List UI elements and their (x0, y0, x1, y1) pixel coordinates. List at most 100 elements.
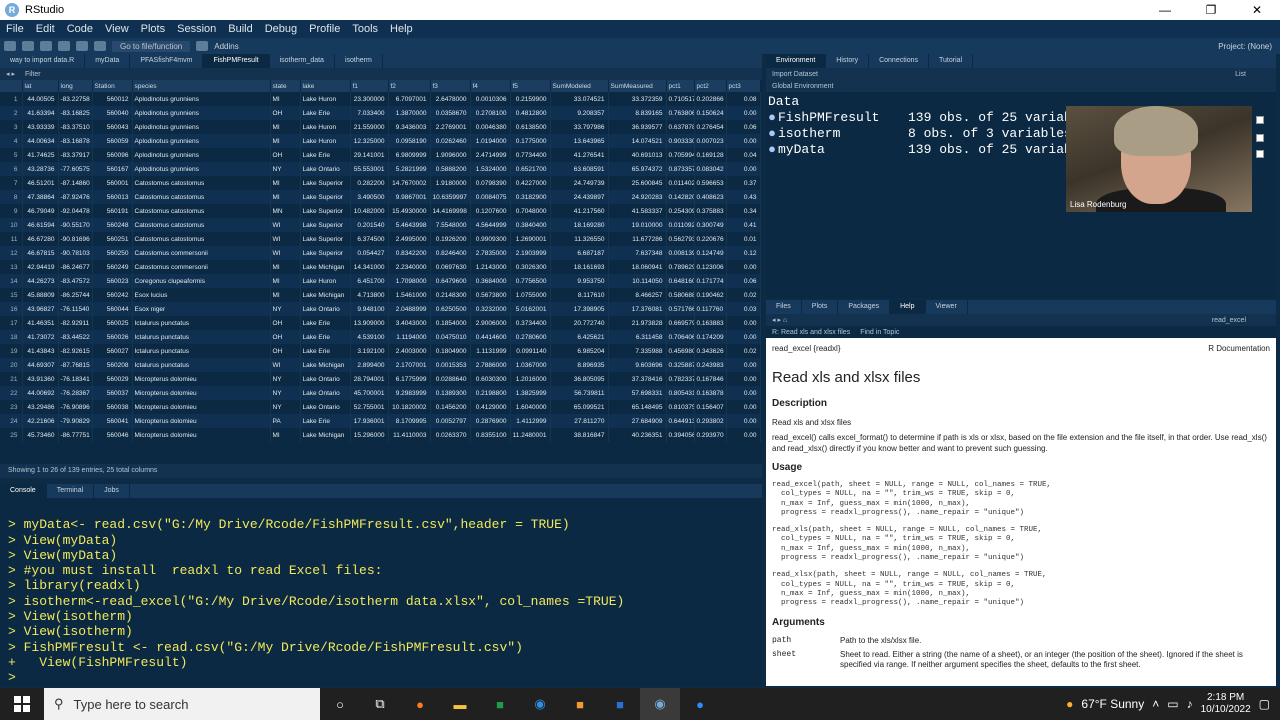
table-row[interactable]: 22 44.00692 -76.28367 560037 Micropterus dol… (0, 386, 761, 400)
tab-isotherm[interactable]: isotherm (335, 54, 383, 68)
table-row[interactable]: 18 41.73072 -83.44522 560026 Ictalurus punct… (0, 330, 761, 344)
table-row[interactable]: 15 45.88809 -86.25744 560242 Esox lucius MI La… (0, 288, 761, 302)
table-row[interactable]: 8 47.38864 -87.92476 560013 Catostomus catos… (0, 190, 761, 204)
table-row[interactable]: 24 42.21606 -79.90829 560041 Micropterus dol… (0, 414, 761, 428)
column-header[interactable]: pct1 (666, 80, 695, 92)
windows-start-icon[interactable] (0, 688, 44, 720)
view-table-icon[interactable] (1256, 134, 1264, 142)
task-view-icon[interactable]: ⧉ (360, 688, 400, 720)
word-icon[interactable]: ■ (600, 688, 640, 720)
help-topic-select[interactable]: R: Read xls and xlsx files (772, 329, 850, 336)
view-table-icon[interactable] (1256, 116, 1264, 124)
tab-environment[interactable]: Environment (766, 54, 827, 68)
menu-code[interactable]: Code (61, 23, 99, 35)
tab-files[interactable]: Files (766, 300, 802, 314)
goto-file-input[interactable]: Go to file/function (112, 40, 191, 52)
column-header[interactable]: state (270, 80, 301, 92)
global-environment-select[interactable]: Global Environment (772, 83, 833, 90)
column-header[interactable]: f3 (430, 80, 471, 92)
tab-fishpmfresult[interactable]: FishPMFresult (203, 54, 270, 68)
table-row[interactable]: 20 44.69307 -87.76815 560208 Ictalurus punct… (0, 358, 761, 372)
column-header[interactable]: Station (92, 80, 133, 92)
maximize-button[interactable]: ❐ (1188, 0, 1234, 20)
volume-icon[interactable]: ♪ (1187, 697, 1193, 711)
weather-icon[interactable]: ● (1066, 697, 1073, 711)
tray-chevron-icon[interactable]: ˄ (1152, 697, 1159, 711)
menu-view[interactable]: View (99, 23, 135, 35)
table-row[interactable]: 4 44.00634 -83.16878 560059 Aplodinotus grun… (0, 134, 761, 148)
firefox-icon[interactable]: ● (400, 688, 440, 720)
tab-pfasfish[interactable]: PFASfishF4mvm (130, 54, 204, 68)
column-header[interactable]: species (132, 80, 271, 92)
rstudio-taskbar-icon[interactable]: ◉ (640, 688, 680, 720)
minimize-button[interactable]: — (1142, 0, 1188, 20)
menu-profile[interactable]: Profile (303, 23, 346, 35)
table-row[interactable]: 25 45.73460 -86.77751 560046 Micropterus dol… (0, 428, 761, 442)
menu-edit[interactable]: Edit (30, 23, 61, 35)
table-row[interactable]: 21 43.91360 -76.18341 560029 Micropterus dol… (0, 372, 761, 386)
file-explorer-icon[interactable]: ▬ (440, 688, 480, 720)
column-header[interactable]: pct2 (694, 80, 727, 92)
excel-icon[interactable]: ■ (480, 688, 520, 720)
menu-tools[interactable]: Tools (346, 23, 384, 35)
tab-isotherm-data[interactable]: isotherm_data (270, 54, 335, 68)
menu-file[interactable]: File (0, 23, 30, 35)
cortana-icon[interactable]: ○ (320, 688, 360, 720)
zoom-icon[interactable]: ● (680, 688, 720, 720)
expand-icon[interactable]: ● (766, 110, 778, 125)
column-header[interactable]: long (58, 80, 93, 92)
powerpoint-icon[interactable]: ■ (560, 688, 600, 720)
expand-icon[interactable]: ● (766, 126, 778, 141)
new-project-icon[interactable] (22, 41, 34, 51)
table-row[interactable]: 3 43.93339 -83.37510 560043 Aplodinotus grun… (0, 120, 761, 134)
save-all-icon[interactable] (76, 41, 88, 51)
clock[interactable]: 2:18 PM 10/10/2022 (1201, 692, 1251, 716)
tab-plots[interactable]: Plots (802, 300, 839, 314)
tab-tutorial[interactable]: Tutorial (929, 54, 974, 68)
tab-packages[interactable]: Packages (838, 300, 891, 314)
tab-history[interactable]: History (826, 54, 870, 68)
tab-mydata[interactable]: myData (85, 54, 131, 68)
view-table-icon[interactable] (1256, 150, 1264, 158)
table-row[interactable]: 16 43.96827 -76.11540 560044 Esox niger NY Lak… (0, 302, 761, 316)
column-header[interactable]: lat (22, 80, 59, 92)
import-dataset-button[interactable]: Import Dataset (772, 71, 818, 78)
column-header[interactable] (0, 80, 23, 92)
column-header[interactable]: SumModeled (550, 80, 609, 92)
table-row[interactable]: 11 46.67280 -90.81696 560251 Catostomus cato… (0, 232, 761, 246)
list-view-button[interactable]: List (1235, 71, 1246, 78)
project-menu[interactable]: Project: (None) (1218, 42, 1272, 51)
column-header[interactable]: f1 (350, 80, 389, 92)
table-row[interactable]: 23 43.29486 -76.90896 560038 Micropterus dol… (0, 400, 761, 414)
menu-build[interactable]: Build (222, 23, 258, 35)
tab-help[interactable]: Help (890, 300, 926, 314)
table-row[interactable]: 17 41.46351 -82.92911 560025 Ictalurus punct… (0, 316, 761, 330)
table-row[interactable]: 10 46.61594 -90.55170 560248 Catostomus cato… (0, 218, 761, 232)
tab-console[interactable]: Console (0, 484, 47, 498)
tab-viewer[interactable]: Viewer (926, 300, 968, 314)
column-header[interactable]: pct3 (726, 80, 761, 92)
column-header[interactable]: SumMeasured (608, 80, 667, 92)
grid-icon[interactable] (196, 41, 209, 51)
weather-text[interactable]: 67°F Sunny (1081, 697, 1144, 711)
menu-help[interactable]: Help (384, 23, 419, 35)
addins-menu[interactable]: Addins (214, 42, 238, 51)
column-header[interactable]: lake (300, 80, 351, 92)
menu-plots[interactable]: Plots (135, 23, 171, 35)
table-row[interactable]: 1 44.00505 -83.22758 560012 Aplodinotus grun… (0, 92, 761, 106)
table-row[interactable]: 12 46.67815 -90.78103 560250 Catostomus comm… (0, 246, 761, 260)
table-row[interactable]: 7 46.51201 -87.14860 560001 Catostomus catos… (0, 176, 761, 190)
table-row[interactable]: 6 43.28736 -77.60575 560167 Aplodinotus grun… (0, 162, 761, 176)
back-icon[interactable]: ◂ ▸ (6, 70, 15, 78)
network-icon[interactable]: ▭ (1167, 697, 1178, 711)
help-search-input[interactable]: read_excel (1212, 317, 1246, 324)
menu-debug[interactable]: Debug (259, 23, 303, 35)
column-header[interactable]: f4 (470, 80, 511, 92)
save-icon[interactable] (58, 41, 70, 51)
table-row[interactable]: 5 41.74625 -83.37917 560096 Aplodinotus grun… (0, 148, 761, 162)
table-row[interactable]: 2 41.63394 -83.16825 560040 Aplodinotus grun… (0, 106, 761, 120)
menu-session[interactable]: Session (171, 23, 222, 35)
console-output[interactable]: > myData<- read.csv("G:/My Drive/Rcode/F… (0, 498, 762, 686)
filter-button[interactable]: Filter (25, 71, 41, 78)
table-row[interactable]: 13 42.94419 -86.24677 560249 Catostomus comm… (0, 260, 761, 274)
